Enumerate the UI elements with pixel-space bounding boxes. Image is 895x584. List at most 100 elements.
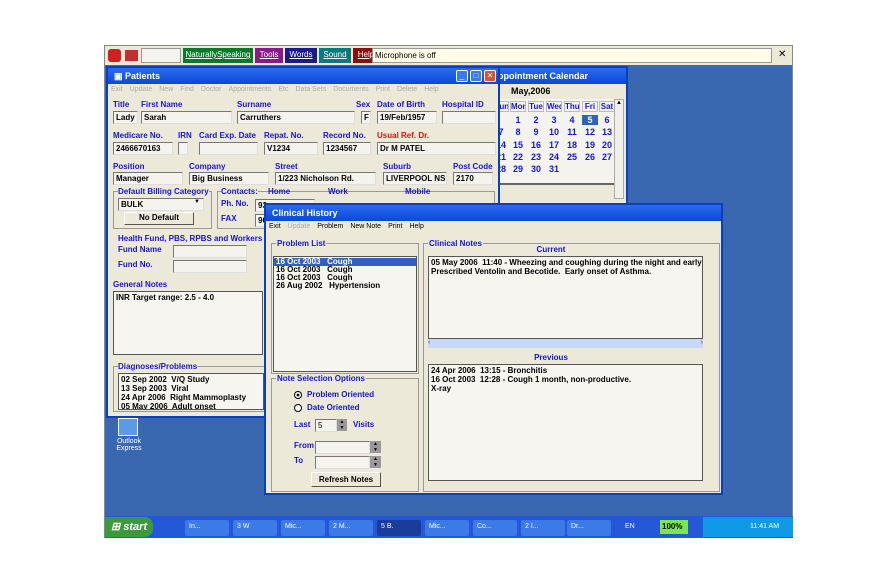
menu-item[interactable]: Print (388, 223, 402, 230)
calendar-day[interactable]: 26 (582, 152, 598, 162)
menu-item[interactable]: New Note (350, 223, 381, 230)
dragon-menu-item[interactable]: Sound (319, 48, 351, 63)
taskbar-item[interactable]: Dr... (567, 520, 611, 536)
diagnosis-item[interactable]: 24 Apr 2006 Right Mammoplasty (121, 393, 261, 402)
general-notes-text[interactable]: INR Target range: 2.5 - 4.0 (113, 291, 263, 355)
medicare-field[interactable]: 2466670163 (113, 142, 173, 155)
minimize-button[interactable]: _ (456, 70, 468, 82)
taskbar-item[interactable]: 2 I... (521, 520, 565, 536)
menu-item[interactable]: Data Sets (295, 86, 326, 93)
menu-item[interactable]: New (159, 86, 173, 93)
repat-field[interactable]: V1234 (264, 142, 318, 155)
maximize-button[interactable]: □ (470, 70, 482, 82)
outlook-express-label[interactable]: Outlook Express (110, 438, 148, 452)
menu-item[interactable]: Appointments (229, 86, 272, 93)
title-field[interactable]: Lady (113, 111, 138, 124)
card-exp-field[interactable] (199, 142, 258, 155)
taskbar-item[interactable]: Mic... (425, 520, 469, 536)
calendar-day[interactable]: 10 (546, 127, 562, 137)
calendar-day[interactable]: 24 (546, 152, 562, 162)
dragon-menu-item[interactable]: Words (285, 48, 317, 63)
dragon-logo-icon[interactable] (108, 49, 121, 62)
diagnoses-list[interactable]: 02 Sep 2002 V/Q Study 13 Sep 2003 Viral 24… (118, 373, 264, 410)
diagnosis-item[interactable]: 05 May 2006 Adult onset (121, 402, 261, 409)
record-field[interactable]: 1234567 (323, 142, 371, 155)
menu-item[interactable]: Delete (397, 86, 417, 93)
dictation-box[interactable] (141, 48, 181, 63)
taskbar-item[interactable]: 2 M... (329, 520, 373, 536)
menu-item[interactable]: Doctor (201, 86, 222, 93)
calendar-day[interactable]: 12 (582, 127, 598, 137)
taskbar-item[interactable]: Co... (473, 520, 517, 536)
diagnosis-item[interactable]: 13 Sep 2003 Viral (121, 384, 261, 393)
zoom-indicator[interactable]: 100% (660, 520, 688, 534)
menu-item[interactable]: Etc (278, 86, 288, 93)
menu-item[interactable]: Print (376, 86, 390, 93)
outlook-express-icon[interactable] (118, 418, 138, 436)
fund-no-field[interactable] (173, 260, 247, 273)
menu-item[interactable]: Exit (269, 223, 281, 230)
menu-item[interactable]: Find (180, 86, 194, 93)
calendar-day[interactable]: 15 (510, 140, 526, 150)
close-icon[interactable]: ✕ (778, 49, 786, 60)
calendar-day[interactable]: 22 (510, 152, 526, 162)
calendar-day[interactable]: 4 (564, 115, 580, 125)
date-oriented-radio[interactable] (294, 404, 302, 412)
hospital-id-field[interactable] (442, 111, 496, 124)
problem-list[interactable]: 16 Oct 2003 Cough 16 Oct 2003 Cough 16 Oct… (273, 256, 417, 372)
calendar-day[interactable]: 8 (510, 127, 526, 137)
calendar-day[interactable]: 23 (528, 152, 544, 162)
calendar-day[interactable]: 13 (599, 127, 615, 137)
calendar-day[interactable]: 25 (564, 152, 580, 162)
close-button[interactable]: ✕ (484, 70, 496, 82)
surname-field[interactable]: Carruthers (237, 111, 355, 124)
visits-input[interactable]: 5 (315, 419, 337, 432)
menu-item[interactable]: Help (424, 86, 438, 93)
calendar-day[interactable]: 19 (582, 140, 598, 150)
calendar-day[interactable]: 16 (528, 140, 544, 150)
billing-combo[interactable]: BULK (118, 198, 204, 211)
calendar-day[interactable]: 9 (528, 127, 544, 137)
from-spinner[interactable]: ▲ ▼ (370, 441, 381, 453)
menu-item[interactable]: Update (288, 223, 311, 230)
start-button[interactable]: ⊞ start (105, 517, 153, 537)
to-spinner[interactable]: ▲ ▼ (370, 456, 381, 468)
current-hscrollbar[interactable]: ‹ › (428, 339, 703, 348)
menu-item[interactable]: Help (409, 223, 423, 230)
calendar-day[interactable]: 17 (546, 140, 562, 150)
sex-field[interactable]: F (361, 111, 371, 124)
calendar-day-selected[interactable]: 5 (582, 115, 598, 125)
calendar-day[interactable]: 20 (599, 140, 615, 150)
fund-name-field[interactable] (173, 245, 247, 258)
diagnosis-item[interactable]: 02 Sep 2002 V/Q Study (121, 375, 261, 384)
calendar-day[interactable]: 1 (510, 115, 526, 125)
calendar-scrollbar[interactable]: ▲ (614, 99, 624, 199)
chevron-down-icon[interactable]: ▼ (194, 199, 200, 205)
from-date-input[interactable] (315, 441, 370, 454)
menu-item[interactable]: Update (130, 86, 153, 93)
menu-item[interactable]: Exit (111, 86, 123, 93)
usual-dr-field[interactable]: Dr M PATEL (377, 142, 496, 155)
calendar-day[interactable]: 6 (599, 115, 615, 125)
previous-note-text[interactable]: 24 Apr 2006 13:15 - Bronchitis 16 Oct 20… (428, 364, 703, 481)
taskbar-item[interactable]: 5 B. (377, 520, 421, 536)
refresh-notes-button[interactable]: Refresh Notes (311, 472, 381, 487)
problem-item[interactable]: 26 Aug 2002 Hypertension (274, 282, 416, 290)
position-field[interactable]: Manager (113, 172, 183, 185)
taskbar-item[interactable]: Mic... (281, 520, 325, 536)
calendar-day[interactable]: 3 (546, 115, 562, 125)
calendar-day[interactable]: 29 (510, 164, 526, 174)
language-indicator[interactable]: EN (625, 523, 635, 530)
dob-field[interactable]: 19/Feb/1957 (377, 111, 437, 124)
post-code-field[interactable]: 2170 (453, 172, 493, 185)
to-date-input[interactable] (315, 456, 370, 469)
current-note-text[interactable]: 05 May 2006 11:40 - Wheezing and coughin… (428, 256, 703, 339)
taskbar-item[interactable]: 3 W (233, 520, 277, 536)
calendar-day[interactable]: 30 (528, 164, 544, 174)
problem-oriented-radio[interactable] (294, 391, 302, 399)
first-name-field[interactable]: Sarah (141, 111, 232, 124)
problem-oriented-label[interactable]: Problem Oriented (307, 390, 374, 399)
dragon-menu-item[interactable]: NaturallySpeaking (183, 48, 253, 63)
taskbar-item[interactable]: In... (185, 520, 229, 536)
visits-spinner[interactable]: ▲ ▼ (337, 419, 347, 431)
